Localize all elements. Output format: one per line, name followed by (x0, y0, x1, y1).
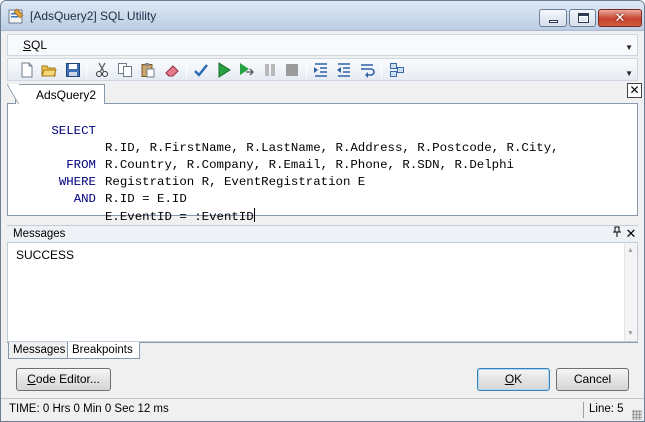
sql-code: R.Country, R.Company, R.Email, R.Phone, … (105, 158, 514, 172)
messages-panel-title: Messages (13, 228, 66, 240)
minimize-button[interactable] (539, 9, 567, 27)
tab-messages[interactable]: Messages (8, 342, 68, 359)
tab-breakpoints[interactable]: Breakpoints (68, 342, 140, 359)
scroll-down-icon[interactable]: ▼ (627, 330, 634, 337)
maximize-button[interactable] (569, 9, 596, 27)
sql-code-current: E.EventID = :EventID (105, 208, 255, 224)
scroll-up-icon[interactable]: ▲ (627, 247, 634, 254)
open-icon[interactable] (41, 62, 57, 78)
save-icon[interactable] (65, 62, 81, 78)
code-line: SELECT R.ID, R.FirstName, R.LastName, R.… (8, 106, 558, 155)
tab-adsquery2[interactable]: AdsQuery2 (7, 84, 105, 105)
paste-icon[interactable] (140, 62, 156, 78)
close-window-button[interactable]: ✕ (598, 9, 642, 27)
menu-sql[interactable]: SQL (23, 38, 47, 52)
status-bar: TIME: 0 Hrs 0 Min 0 Sec 12 ms Line: 5 (1, 398, 644, 421)
close-tab-button[interactable]: ✕ (627, 83, 642, 98)
toolbar-overflow-icon[interactable]: ▼ (625, 69, 633, 78)
toolbar-separator (86, 62, 87, 78)
sql-keyword: AND (73, 192, 96, 206)
wrap-icon[interactable] (359, 62, 375, 78)
bottom-panel-tabs: Messages Breakpoints (7, 342, 638, 359)
toolbar: ▼ (7, 58, 638, 81)
sql-code: R.ID, R.FirstName, R.LastName, R.Address… (105, 141, 559, 155)
code-line: WHERE R.ID = E.ID (8, 157, 187, 206)
status-separator (583, 402, 584, 418)
window-title: [AdsQuery2] SQL Utility (30, 9, 157, 23)
toolbar-separator (186, 62, 187, 78)
text-cursor (253, 208, 255, 222)
verify-icon[interactable] (193, 62, 209, 78)
toolbar-separator (306, 62, 307, 78)
sql-editor[interactable]: SELECT R.ID, R.FirstName, R.LastName, R.… (7, 104, 638, 224)
close-icon: ✕ (614, 10, 626, 25)
cursor-line: Line: 5 (589, 403, 624, 415)
cancel-button[interactable]: Cancel (556, 368, 629, 391)
app-icon (8, 8, 24, 24)
step-icon[interactable] (238, 62, 254, 78)
messages-panel-header: Messages ✕ (7, 225, 638, 242)
sql-code: Registration R, EventRegistration E (105, 175, 366, 189)
cut-icon[interactable] (94, 62, 110, 78)
code-line: AND E.EventID = :EventID (8, 174, 255, 224)
resize-grip-icon[interactable] (632, 410, 642, 420)
toolbar-separator (381, 62, 382, 78)
menu-bar: SQL ▼ (7, 34, 638, 56)
menu-overflow-icon[interactable]: ▼ (625, 43, 633, 52)
pin-icon[interactable] (611, 226, 623, 241)
indent-icon[interactable] (313, 62, 329, 78)
close-panel-button[interactable]: ✕ (625, 226, 637, 241)
maximize-icon (578, 13, 589, 23)
code-line: FROM Registration R, EventRegistration E (8, 140, 365, 189)
code-line: R.Country, R.Company, R.Email, R.Phone, … (8, 123, 514, 172)
code-editor-button[interactable]: Code Editor... (16, 368, 111, 391)
layout-icon[interactable] (389, 62, 405, 78)
new-icon[interactable] (19, 62, 35, 78)
outdent-icon[interactable] (336, 62, 352, 78)
title-bar[interactable]: [AdsQuery2] SQL Utility ✕ (1, 1, 644, 31)
messages-scrollbar[interactable]: ▲ ▼ (624, 243, 637, 341)
copy-icon[interactable] (117, 62, 133, 78)
message-text: SUCCESS (16, 248, 75, 262)
sql-code: R.ID = E.ID (105, 192, 187, 206)
ok-button[interactable]: OK (477, 368, 550, 391)
pin-glyph (613, 226, 621, 237)
execution-time: TIME: 0 Hrs 0 Min 0 Sec 12 ms (9, 403, 169, 415)
stop-icon[interactable] (284, 62, 300, 78)
sql-utility-window: [AdsQuery2] SQL Utility ✕ SQL ▼ ▼ AdsQue… (0, 0, 645, 422)
erase-icon[interactable] (164, 62, 180, 78)
document-tab-strip: AdsQuery2 ✕ (7, 83, 642, 105)
pause-icon[interactable] (262, 62, 278, 78)
minimize-icon (549, 20, 558, 23)
run-icon[interactable] (216, 62, 232, 78)
messages-output[interactable]: SUCCESS ▲ ▼ (7, 242, 638, 342)
